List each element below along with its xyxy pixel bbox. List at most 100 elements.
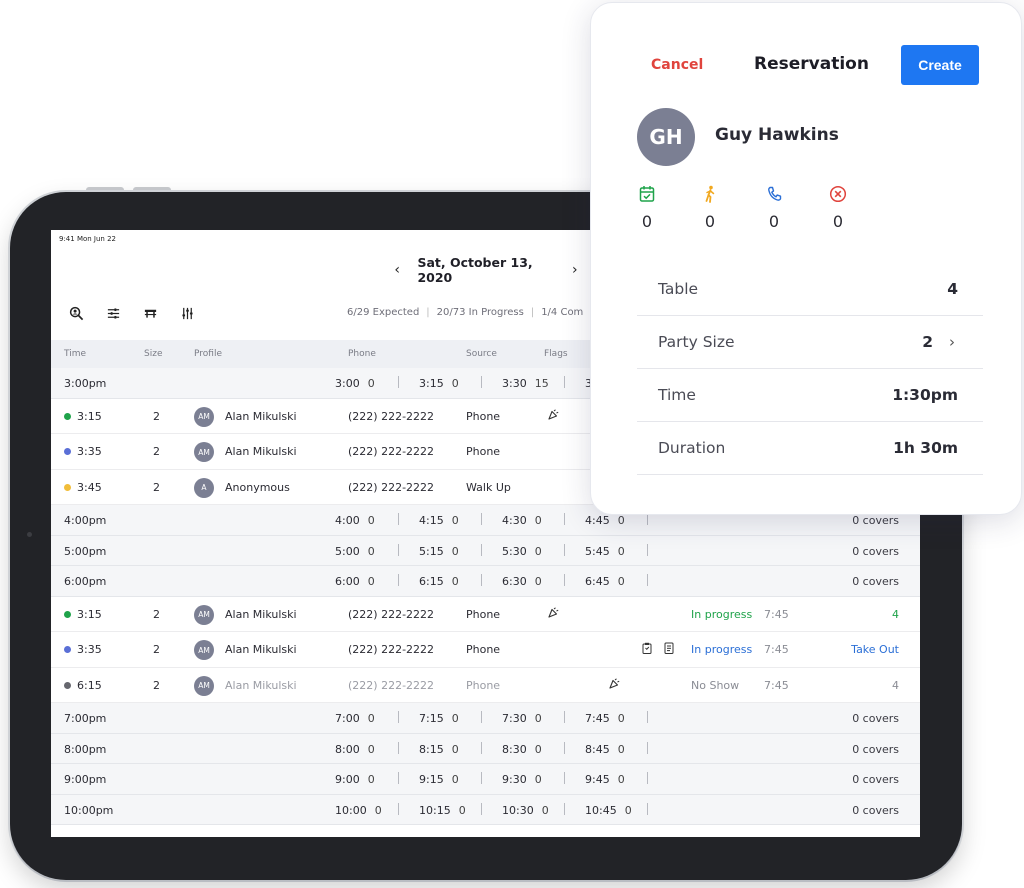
field-party-size[interactable]: Party Size 2 › [637,316,983,369]
reservation-row[interactable]: 6:15 2 AM Alan Mikulski (222) 222-2222 Phone N… [51,667,920,703]
slot-interval-count: 0 [367,773,375,786]
status-bar-clock: 9:41 Mon Jun 22 [59,235,116,243]
slot-interval[interactable]: 9:30 0 [502,773,542,786]
slot-interval[interactable]: 3:15 0 [419,377,459,390]
cancel-button[interactable]: Cancel [651,57,703,73]
slot-interval[interactable]: 8:00 0 [335,743,375,756]
time-slot-row[interactable]: 5:00pm 5:00 0 5:15 0 5:30 0 5:45 0 0 covers [51,535,920,566]
slot-interval-time: 7:00 [335,712,360,725]
slot-time: 9:00pm [64,773,107,786]
column-header-profile[interactable]: Profile [194,349,222,359]
completed-count[interactable]: 1/4 Com [541,307,583,318]
slot-interval-time: 10:30 [502,803,534,817]
avatar: A [194,477,214,498]
time-slot-row[interactable]: 8:00pm 8:00 0 8:15 0 8:30 0 8:45 0 0 covers [51,733,920,764]
slot-divider [398,376,399,388]
reservation-duration: 7:45 [764,678,789,692]
avatar: AM [194,640,214,660]
current-date[interactable]: Sat, October 13, 2020 [417,255,554,285]
slot-interval-time: 9:15 [419,773,444,786]
slot-divider [647,711,648,723]
time-slot-row[interactable]: 6:00pm 6:00 0 6:15 0 6:30 0 6:45 0 0 covers [51,566,920,597]
column-header-phone[interactable]: Phone [348,349,376,359]
slot-interval[interactable]: 10:30 0 [502,804,549,817]
chevron-left-icon[interactable]: ‹ [391,260,403,280]
reservation-row[interactable]: 3:15 2 AM Alan Mikulski (222) 222-2222 Phone I… [51,596,920,632]
slot-interval[interactable]: 8:45 0 [585,743,625,756]
column-header-source[interactable]: Source [466,349,497,359]
guest-name: Alan Mikulski [225,678,297,692]
slot-interval[interactable]: 5:00 0 [335,545,375,558]
slot-divider [398,741,399,754]
time-slot-row[interactable]: 10:00pm 10:00 0 10:15 0 10:30 0 10:45 0 0 covers [51,794,920,825]
slot-interval-count: 0 [534,514,542,527]
guest-name[interactable]: Guy Hawkins [715,125,839,145]
column-header-flags[interactable]: Flags [544,349,568,359]
slot-interval[interactable]: 6:00 0 [335,575,375,588]
slot-interval[interactable]: 9:45 0 [585,773,625,786]
slot-interval[interactable]: 4:00 0 [335,514,375,527]
field-duration[interactable]: Duration 1h 30m [637,422,983,475]
slot-interval-time: 3:30 [502,377,527,390]
slot-interval[interactable]: 3:00 0 [335,377,375,390]
slot-interval[interactable]: 6:45 0 [585,575,625,588]
sliders-icon[interactable] [180,306,195,321]
create-button[interactable]: Create [901,45,979,85]
slot-covers: 0 covers [852,544,899,558]
slot-interval[interactable]: 3:30 15 [502,377,549,390]
slot-interval-count: 0 [534,712,542,725]
slot-interval-count: 0 [451,712,459,725]
column-header-size[interactable]: Size [144,349,162,359]
time-slot-row[interactable]: 7:00pm 7:00 0 7:15 0 7:30 0 7:45 0 0 covers [51,703,920,734]
slot-interval[interactable]: 4:15 0 [419,514,459,527]
reservation-table[interactable]: Take Out [851,643,899,656]
slot-interval[interactable]: 7:00 0 [335,712,375,725]
slot-covers: 0 covers [852,712,899,725]
party-size: 2 [153,445,160,458]
field-table[interactable]: Table 4 [637,263,983,316]
slot-interval[interactable]: 7:15 0 [419,712,459,725]
slot-interval[interactable]: 9:00 0 [335,773,375,786]
slot-interval[interactable]: 8:15 0 [419,743,459,756]
column-header-time[interactable]: Time [64,349,86,359]
slot-interval[interactable]: 7:45 0 [585,712,625,725]
expected-count[interactable]: 6/29 Expected [347,307,419,318]
slot-interval[interactable]: 5:45 0 [585,545,625,558]
phone-icon [768,186,782,201]
slot-interval[interactable]: 5:30 0 [502,545,542,558]
slot-divider [398,513,399,525]
date-navigator: ‹ Sat, October 13, 2020 › [391,255,581,285]
slot-interval[interactable]: 10:45 0 [585,804,632,817]
slot-interval-time: 9:00 [335,773,360,786]
reservation-source: Phone [466,409,501,423]
chevron-right-icon[interactable]: › [949,333,955,351]
slot-interval[interactable]: 7:30 0 [502,712,542,725]
reservation-table[interactable]: 4 [892,679,899,692]
slot-interval[interactable]: 6:15 0 [419,575,459,588]
time-slot-row[interactable]: 9:00pm 9:00 0 9:15 0 9:30 0 9:45 0 0 covers [51,764,920,795]
search-person-icon[interactable] [69,306,84,321]
slot-interval[interactable]: 9:15 0 [419,773,459,786]
slot-interval[interactable]: 4:30 0 [502,514,542,527]
guest-name: Alan Mikulski [225,445,297,458]
slot-interval[interactable]: 4:45 0 [585,514,625,527]
slot-divider [564,772,565,784]
slot-interval[interactable]: 8:30 0 [502,743,542,756]
slot-interval-count: 0 [534,575,542,588]
reservation-table[interactable]: 4 [892,608,899,621]
slot-interval[interactable]: 5:15 0 [419,545,459,558]
slot-divider [647,802,648,815]
slot-interval[interactable]: 6:30 0 [502,575,542,588]
reservation-status: In progress [691,643,753,656]
in-progress-count[interactable]: 20/73 In Progress [437,307,524,318]
slot-divider [564,574,565,586]
reservation-row[interactable]: 3:35 2 AM Alan Mikulski (222) 222-2222 Phone I… [51,632,920,668]
slot-divider [481,513,482,525]
slot-interval[interactable]: 10:00 0 [335,804,382,817]
table-icon[interactable] [143,306,158,321]
card-title: Reservation [754,54,869,74]
slot-interval[interactable]: 10:15 0 [419,804,466,817]
field-time[interactable]: Time 1:30pm [637,369,983,422]
filter-icon[interactable] [106,306,121,321]
chevron-right-icon[interactable]: › [569,260,581,280]
